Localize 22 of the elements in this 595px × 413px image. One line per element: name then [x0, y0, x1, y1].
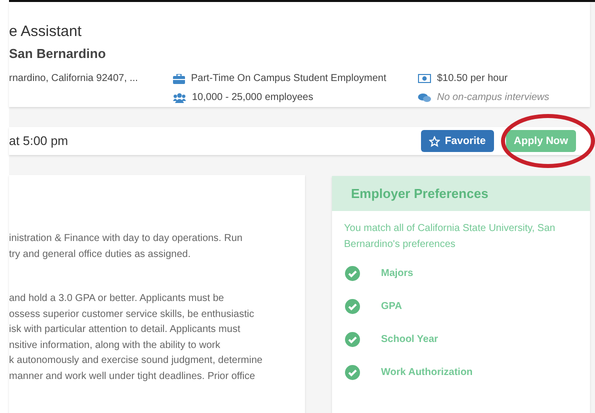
- people-icon: [173, 92, 186, 102]
- money-icon: [418, 74, 431, 83]
- preference-label: School Year: [381, 334, 438, 345]
- preference-label: Work Authorization: [381, 367, 473, 378]
- detail-text: Part-Time On Campus Student Employment: [191, 73, 386, 84]
- description-paragraph: inistration & Finance with day to day operations. Run try and general office duties as assigned.: [9, 232, 244, 262]
- deadline-text: at 5:00 pm: [9, 134, 68, 148]
- job-title: e Assistant: [9, 22, 83, 42]
- detail-text: No on-campus interviews: [437, 92, 550, 103]
- preference-label: Majors: [381, 268, 414, 279]
- detail-text: 10,000 - 25,000 employees: [192, 92, 314, 103]
- preferences-title: Employer Preferences: [332, 176, 590, 211]
- star-icon: [428, 136, 440, 146]
- detail-text: $10.50 per hour: [437, 73, 508, 84]
- favorite-button[interactable]: Favorite: [420, 130, 494, 152]
- preference-label: GPA: [381, 301, 402, 312]
- location-text: rnardino, California 92407, ...: [9, 72, 139, 86]
- briefcase-icon: [173, 74, 185, 84]
- chat-icon: [418, 92, 431, 102]
- description-paragraph: and hold a 3.0 GPA or better. Applicants must be ossess superior customer service skills, be enthusiastic isk with particular attention to detail. Applicants must nsitive information, along with the ability to work k autonomously and exercise sound judgment, determine manner and work well under tight deadlines. Prior office: [9, 292, 264, 384]
- employer-name: San Bernardino: [9, 45, 107, 63]
- preferences-summary: You match all of California State University, San Bernardino's preferences: [343, 222, 556, 252]
